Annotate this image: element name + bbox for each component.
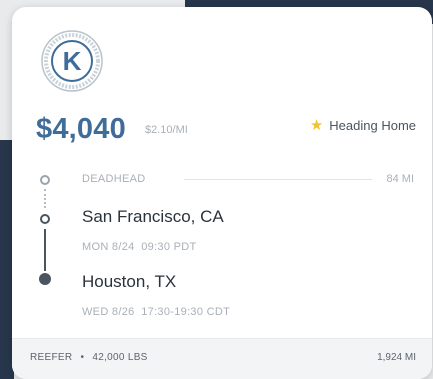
equipment-type: REEFER bbox=[30, 352, 73, 363]
heading-home-badge: ★ Heading Home bbox=[310, 118, 416, 133]
origin-city: San Francisco, CA bbox=[82, 207, 224, 226]
heading-home-label: Heading Home bbox=[329, 118, 416, 133]
svg-text:K: K bbox=[63, 46, 82, 76]
details-separator: • bbox=[80, 352, 85, 363]
broker-logo: K bbox=[41, 30, 103, 92]
route-connector bbox=[44, 229, 46, 271]
deadhead-connector bbox=[44, 189, 46, 208]
load-details: REEFER • 42,000 LBS bbox=[30, 352, 148, 363]
destination-city: Houston, TX bbox=[82, 272, 177, 291]
origin-stop-icon bbox=[40, 214, 50, 224]
load-footer: REEFER • 42,000 LBS 1,924 MI bbox=[12, 338, 432, 379]
load-weight: 42,000 LBS bbox=[92, 352, 148, 363]
deadhead-divider bbox=[184, 179, 372, 180]
origin-time: MON 8/24 09:30 PDT bbox=[82, 241, 197, 253]
destination-stop-icon bbox=[39, 273, 51, 285]
total-distance: 1,924 MI bbox=[377, 352, 416, 363]
destination-time: WED 8/26 17:30-19:30 CDT bbox=[82, 306, 231, 318]
deadhead-start-icon bbox=[40, 175, 50, 185]
rate-per-mile: $2.10/MI bbox=[145, 124, 188, 136]
star-icon: ★ bbox=[309, 117, 324, 134]
deadhead-miles: 84 MI bbox=[386, 173, 414, 185]
load-price: $4,040 bbox=[36, 113, 126, 145]
load-card[interactable]: K $4,040 $2.10/MI ★ Heading Home DEADHEA… bbox=[12, 7, 432, 379]
deadhead-label: DEADHEAD bbox=[82, 173, 146, 185]
